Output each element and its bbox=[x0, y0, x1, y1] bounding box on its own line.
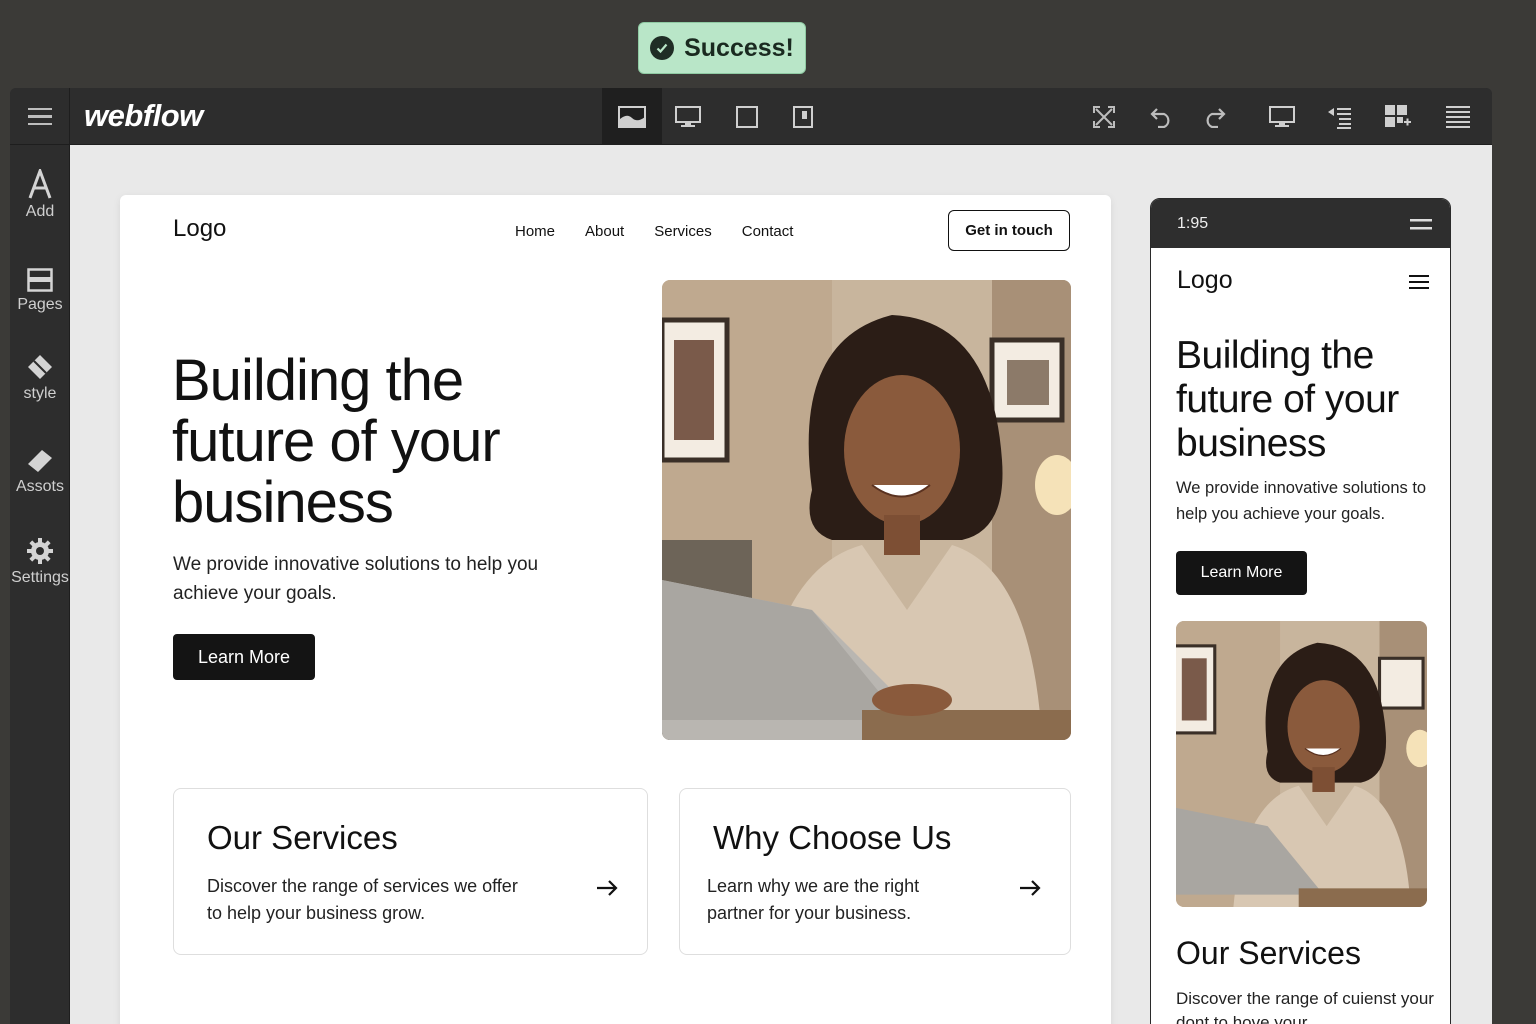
sidebar-item-add[interactable]: Add bbox=[10, 165, 70, 221]
hamburger-menu-icon[interactable] bbox=[1409, 275, 1429, 296]
mobile-hero-image bbox=[1176, 621, 1427, 907]
services-card[interactable]: Our Services Discover the range of servi… bbox=[173, 788, 648, 955]
fullscreen-icon[interactable] bbox=[1086, 88, 1122, 145]
card-text: Learn why we are the right partner for y… bbox=[707, 876, 920, 923]
top-toolbar: webflow bbox=[10, 88, 1492, 145]
sidebar-item-settings[interactable]: Settings bbox=[10, 531, 70, 587]
toast-text: Success! bbox=[684, 33, 794, 62]
sidebar-item-label: style bbox=[23, 385, 57, 402]
desktop-preview: Logo Home About Services Contact Get in … bbox=[120, 195, 1111, 1024]
assets-icon bbox=[10, 440, 70, 474]
sidebar-item-pages[interactable]: Pages bbox=[10, 258, 70, 314]
mobile-hero-subtitle: We provide innovative solutions to help … bbox=[1176, 479, 1427, 523]
sidebar-item-assets[interactable]: Assots bbox=[10, 440, 70, 496]
redo-icon[interactable] bbox=[1196, 88, 1232, 145]
why-choose-us-card[interactable]: Why Choose Us Learn why we are the right… bbox=[679, 788, 1071, 955]
success-toast: Success! bbox=[638, 22, 806, 74]
sidebar-item-label: Settings bbox=[11, 569, 69, 586]
navigator-icon[interactable] bbox=[1322, 88, 1358, 145]
learn-more-button[interactable]: Learn More bbox=[173, 634, 315, 680]
arrow-right-icon[interactable] bbox=[1019, 879, 1041, 902]
mobile-learn-more-button[interactable]: Learn More bbox=[1176, 551, 1307, 595]
card-title: Our Services bbox=[207, 819, 398, 856]
mobile-status-bar: 1:95 bbox=[1151, 199, 1450, 248]
desktop-view-icon[interactable] bbox=[662, 88, 714, 145]
mobile-view-icon[interactable] bbox=[780, 88, 826, 145]
preview-icon[interactable] bbox=[1264, 88, 1300, 145]
menu-icon[interactable] bbox=[10, 88, 70, 145]
tablet-view-icon[interactable] bbox=[724, 88, 770, 145]
site-logo[interactable]: Logo bbox=[173, 215, 226, 243]
style-icon bbox=[10, 347, 70, 381]
design-canvas: Logo Home About Services Contact Get in … bbox=[70, 145, 1492, 1024]
mobile-preview: 1:95 Logo Building the future of your bu… bbox=[1150, 198, 1451, 1024]
webflow-app: webflow Add Pages style Assots Settings … bbox=[10, 88, 1492, 1024]
mobile-site-logo[interactable]: Logo bbox=[1177, 266, 1233, 295]
nav-link-about[interactable]: About bbox=[585, 223, 624, 240]
sidebar-item-label: Add bbox=[25, 203, 55, 220]
mobile-section-text: Discover the range of cuienst your dont … bbox=[1176, 989, 1434, 1024]
status-time: 1:95 bbox=[1177, 215, 1209, 232]
nav-link-home[interactable]: Home bbox=[515, 223, 555, 240]
status-menu-icon bbox=[1410, 218, 1432, 236]
sidebar-item-style[interactable]: style bbox=[10, 347, 70, 403]
hero-image bbox=[662, 280, 1071, 740]
arrow-right-icon[interactable] bbox=[596, 879, 618, 902]
layout-icon[interactable] bbox=[1440, 88, 1476, 145]
sidebar-item-label: Assots bbox=[15, 478, 64, 495]
nav-link-contact[interactable]: Contact bbox=[742, 223, 794, 240]
undo-icon[interactable] bbox=[1144, 88, 1180, 145]
get-in-touch-button[interactable]: Get in touch bbox=[948, 210, 1070, 251]
left-sidebar: Add Pages style Assots Settings bbox=[10, 145, 70, 1024]
hero-title: Building the future of your business bbox=[172, 348, 501, 535]
pages-icon bbox=[10, 258, 70, 292]
landscape-view-icon[interactable] bbox=[602, 88, 662, 145]
mobile-section-title: Our Services bbox=[1176, 935, 1361, 971]
mobile-hero-title: Building the future of your business bbox=[1176, 334, 1399, 465]
components-icon[interactable] bbox=[1380, 88, 1416, 145]
brand-logo: webflow bbox=[84, 98, 203, 133]
sidebar-item-label: Pages bbox=[17, 296, 63, 313]
site-nav: Home About Services Contact bbox=[515, 223, 793, 240]
card-title: Why Choose Us bbox=[713, 819, 952, 856]
add-icon bbox=[10, 165, 70, 199]
gear-icon bbox=[10, 531, 70, 565]
check-icon bbox=[650, 36, 675, 60]
hero-subtitle: We provide innovative solutions to help … bbox=[173, 554, 539, 604]
nav-link-services[interactable]: Services bbox=[654, 223, 712, 240]
card-text: Discover the range of services we offer … bbox=[207, 876, 518, 923]
